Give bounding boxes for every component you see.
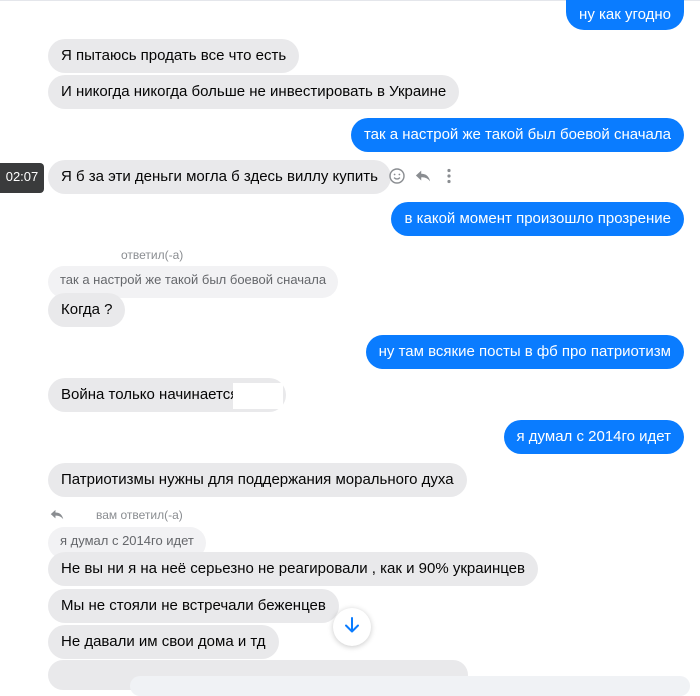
smile-icon[interactable] — [389, 168, 405, 184]
message-actions — [389, 168, 457, 184]
arrow-down-icon — [344, 616, 360, 638]
message-incoming[interactable]: Патриотизмы нужны для поддержания мораль… — [48, 463, 467, 497]
message-incoming[interactable]: Я б за эти деньги могла б здесь виллу ку… — [48, 160, 391, 194]
timestamp-badge: 02:07 — [0, 163, 44, 193]
message-incoming[interactable]: Когда ? — [48, 293, 126, 327]
composer-bar[interactable] — [130, 676, 690, 696]
more-icon[interactable] — [441, 168, 457, 184]
message-outgoing[interactable]: ну как угодно — [566, 0, 684, 30]
message-outgoing[interactable]: я думал с 2014го идет — [503, 420, 684, 454]
redacted-area — [233, 383, 283, 409]
reply-label: ответил(-а) — [121, 248, 184, 262]
message-incoming[interactable]: Я пытаюсь продать все что есть — [48, 39, 300, 73]
reply-icon[interactable] — [415, 168, 431, 184]
reply-arrow-icon — [50, 507, 64, 524]
message-incoming[interactable]: Не вы ни я на неё серьезно не реагировал… — [48, 552, 538, 586]
reply-label: вам ответил(-а) — [96, 508, 183, 522]
message-incoming[interactable]: Мы не стояли не встречали беженцев — [48, 589, 339, 623]
scroll-to-bottom-button[interactable] — [333, 608, 371, 646]
message-outgoing[interactable]: ну там всякие посты в фб про патриотизм — [365, 335, 684, 369]
message-outgoing[interactable]: так а настрой же такой был боевой сначал… — [350, 118, 684, 152]
message-incoming[interactable]: Не давали им свои дома и тд — [48, 625, 279, 659]
message-outgoing[interactable]: в какой момент произошло прозрение — [391, 202, 684, 236]
message-incoming[interactable]: И никогда никогда больше не инвестироват… — [48, 75, 460, 109]
